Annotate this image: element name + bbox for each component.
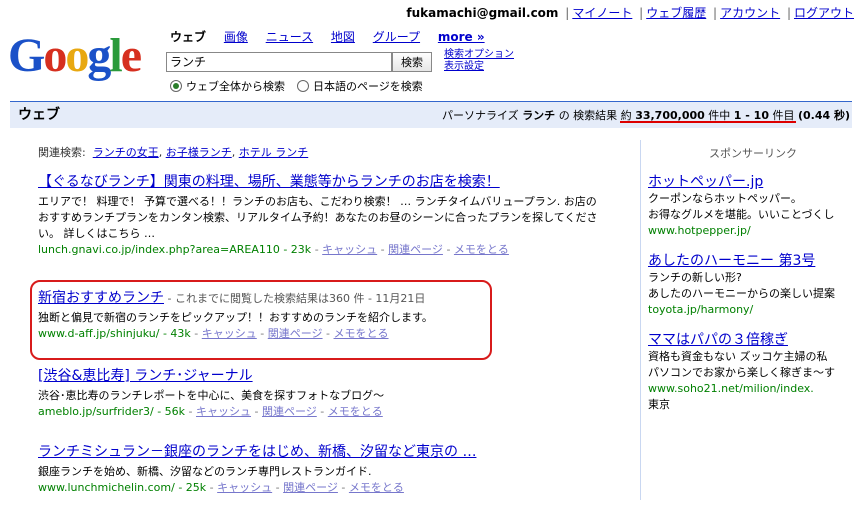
ad-title[interactable]: あしたのハーモニー 第3号 — [648, 253, 815, 269]
tab-more[interactable]: more » — [438, 30, 485, 44]
logout-link[interactable]: ログアウト — [794, 6, 854, 20]
search-tabs: ウェブ 画像 ニュース 地図 グループ more » — [170, 28, 485, 45]
result-title[interactable]: [渋谷&恵比寿] ランチ･ジャーナル — [38, 368, 253, 384]
ad-title[interactable]: ホットペッパー.jp — [648, 174, 763, 190]
stats-time: (0.44 秒) — [797, 109, 850, 122]
ad-url: toyota.jp/harmony/ — [648, 303, 754, 316]
note-link[interactable]: メモをとる — [454, 243, 509, 256]
similar-link[interactable]: 関連ページ — [262, 405, 317, 418]
annotation-underline — [620, 121, 796, 123]
tab-news[interactable]: ニュース — [266, 30, 313, 44]
tab-maps[interactable]: 地図 — [331, 30, 355, 44]
search-input[interactable]: ランチ — [166, 52, 392, 72]
advanced-search-link[interactable]: 検索オプション — [444, 49, 514, 60]
ad-item: ホットペッパー.jp クーポンならホットペッパー。 お得なグルメを堪能。いいこと… — [648, 174, 858, 239]
stats-prefix: パーソナライズ — [442, 109, 519, 122]
tab-web: ウェブ — [170, 30, 207, 44]
ad-location: 東京 — [648, 398, 670, 411]
radio-japanese[interactable] — [297, 80, 309, 92]
related-searches: 関連検索: ランチの女王, お子様ランチ, ホテル ランチ — [38, 146, 309, 159]
ad-line: 資格も資金もない ズッコケ主婦の私 — [648, 350, 828, 363]
note-link[interactable]: メモをとる — [328, 405, 383, 418]
ad-line: あしたのハーモニーからの楽しい提案 — [648, 287, 835, 300]
account-link[interactable]: アカウント — [720, 6, 780, 20]
search-result: [渋谷&恵比寿] ランチ･ジャーナル 渋谷･恵比寿のランチレポートを中心に、美食… — [38, 368, 598, 420]
annotation-highlight-box — [30, 280, 492, 360]
result-title[interactable]: 【ぐるなびランチ】関東の料理、場所、業態等からランチのお店を検索！ — [38, 174, 500, 190]
ad-line: ランチの新しい形? — [648, 271, 742, 284]
stats-query: ランチ — [522, 109, 556, 122]
ad-line: お得なグルメを堪能。いいことづくし — [648, 208, 835, 221]
sponsored-header: スポンサーリンク — [709, 147, 797, 160]
cache-link[interactable]: キャッシュ — [196, 405, 251, 418]
result-meta: ameblo.jp/surfrider3/ - 56k - キャッシュ - 関連… — [38, 405, 383, 418]
ad-url: www.hotpepper.jp/ — [648, 224, 751, 237]
ad-line: クーポンならホットペッパー。 — [648, 192, 802, 205]
sponsored-links: スポンサーリンク ホットペッパー.jp クーポンならホットペッパー。 お得なグル… — [648, 146, 858, 427]
radio-all-web-label: ウェブ全体から検索 — [186, 80, 285, 93]
google-logo[interactable]: Google — [8, 32, 142, 80]
result-url: www.lunchmichelin.com/ - 25k — [38, 481, 207, 494]
radio-all-web[interactable] — [170, 80, 182, 92]
mynotes-link[interactable]: マイノート — [572, 6, 632, 20]
results-bar-title: ウェブ — [18, 107, 60, 123]
web-history-link[interactable]: ウェブ履歴 — [646, 6, 706, 20]
ad-item: あしたのハーモニー 第3号 ランチの新しい形? あしたのハーモニーからの楽しい提… — [648, 253, 858, 318]
sidebar-divider — [640, 140, 641, 500]
ad-title[interactable]: ママはパパの３倍稼ぎ — [648, 332, 788, 348]
search-button[interactable]: 検索 — [392, 52, 432, 72]
related-link-1[interactable]: ランチの女王 — [93, 146, 159, 159]
result-title[interactable]: ランチミシュラン－銀座のランチをはじめ、新橋、汐留など東京の … — [38, 444, 476, 460]
result-meta: lunch.gnavi.co.jp/index.php?area=AREA110… — [38, 243, 509, 256]
result-snippet: 銀座ランチを始め、新橋、汐留などのランチ専門レストランガイド. — [38, 465, 372, 478]
similar-link[interactable]: 関連ページ — [283, 481, 338, 494]
related-link-2[interactable]: お子様ランチ — [166, 146, 232, 159]
search-result: 【ぐるなびランチ】関東の料理、場所、業態等からランチのお店を検索！ エリアで！ … — [38, 174, 598, 258]
tab-images[interactable]: 画像 — [224, 30, 248, 44]
result-meta: www.lunchmichelin.com/ - 25k - キャッシュ - 関… — [38, 481, 404, 494]
result-snippet: エリアで！ 料理で！ 予算で選べる！！ランチのお店も、こだわり検索！ … ランチ… — [38, 195, 598, 240]
result-url: lunch.gnavi.co.jp/index.php?area=AREA110… — [38, 243, 312, 256]
result-url: ameblo.jp/surfrider3/ - 56k — [38, 405, 186, 418]
account-bar: fukamachi@gmail.com | マイノート | ウェブ履歴 | アカウント… — [406, 6, 854, 20]
similar-link[interactable]: 関連ページ — [388, 243, 443, 256]
search-scope: ウェブ全体から検索 日本語のページを検索 — [170, 78, 423, 94]
search-options: 検索オプション 表示設定 — [444, 49, 514, 73]
related-link-3[interactable]: ホテル ランチ — [239, 146, 309, 159]
cache-link[interactable]: キャッシュ — [217, 481, 272, 494]
related-label: 関連検索: — [38, 146, 86, 159]
cache-link[interactable]: キャッシュ — [322, 243, 377, 256]
radio-japanese-label: 日本語のページを検索 — [313, 80, 423, 93]
account-email: fukamachi@gmail.com — [406, 6, 559, 20]
note-link[interactable]: メモをとる — [349, 481, 404, 494]
search-result: ランチミシュラン－銀座のランチをはじめ、新橋、汐留など東京の … 銀座ランチを始… — [38, 444, 598, 496]
ad-url: www.soho21.net/milion/index. — [648, 382, 814, 395]
preferences-link[interactable]: 表示設定 — [444, 61, 484, 72]
result-snippet: 渋谷･恵比寿のランチレポートを中心に、美食を探すフォトなブログ～ — [38, 389, 385, 402]
ad-item: ママはパパの３倍稼ぎ 資格も資金もない ズッコケ主婦の私 パソコンでお家から楽し… — [648, 332, 858, 413]
tab-groups[interactable]: グループ — [373, 30, 420, 44]
ad-line: パソコンでお家から楽しく稼ぎま～す — [648, 366, 835, 379]
